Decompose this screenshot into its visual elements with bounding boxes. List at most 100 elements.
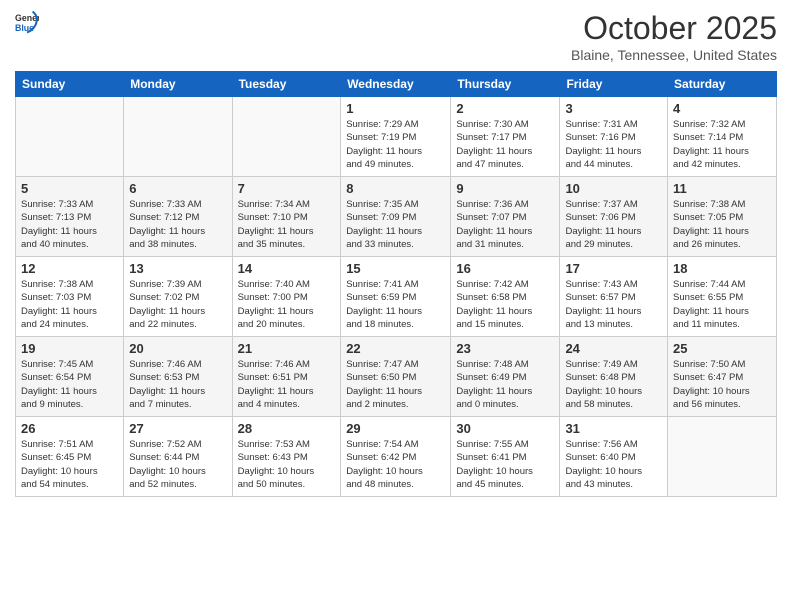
day-info: Sunrise: 7:37 AM Sunset: 7:06 PM Dayligh… bbox=[565, 198, 662, 251]
day-number: 10 bbox=[565, 181, 662, 196]
day-info: Sunrise: 7:54 AM Sunset: 6:42 PM Dayligh… bbox=[346, 438, 445, 491]
day-number: 31 bbox=[565, 421, 662, 436]
table-row: 19 Sunrise: 7:45 AM Sunset: 6:54 PM Dayli… bbox=[16, 337, 124, 417]
page-header: General Blue October 2025 Blaine, Tennes… bbox=[15, 10, 777, 63]
day-info: Sunrise: 7:36 AM Sunset: 7:07 PM Dayligh… bbox=[456, 198, 554, 251]
day-info: Sunrise: 7:42 AM Sunset: 6:58 PM Dayligh… bbox=[456, 278, 554, 331]
table-row: 15 Sunrise: 7:41 AM Sunset: 6:59 PM Dayli… bbox=[341, 257, 451, 337]
day-info: Sunrise: 7:45 AM Sunset: 6:54 PM Dayligh… bbox=[21, 358, 118, 411]
table-row: 25 Sunrise: 7:50 AM Sunset: 6:47 PM Dayli… bbox=[668, 337, 777, 417]
day-number: 15 bbox=[346, 261, 445, 276]
calendar-week-row: 19 Sunrise: 7:45 AM Sunset: 6:54 PM Dayli… bbox=[16, 337, 777, 417]
day-info: Sunrise: 7:51 AM Sunset: 6:45 PM Dayligh… bbox=[21, 438, 118, 491]
calendar-week-row: 1 Sunrise: 7:29 AM Sunset: 7:19 PM Daylig… bbox=[16, 97, 777, 177]
table-row: 7 Sunrise: 7:34 AM Sunset: 7:10 PM Daylig… bbox=[232, 177, 341, 257]
table-row: 14Sunrise: 7:40 AM Sunset: 7:00 PM Dayli… bbox=[232, 257, 341, 337]
day-info: Sunrise: 7:46 AM Sunset: 6:51 PM Dayligh… bbox=[238, 358, 336, 411]
day-info: Sunrise: 7:35 AM Sunset: 7:09 PM Dayligh… bbox=[346, 198, 445, 251]
table-row: 12 Sunrise: 7:38 AM Sunset: 7:03 PM Dayli… bbox=[16, 257, 124, 337]
day-info: Sunrise: 7:33 AM Sunset: 7:12 PM Dayligh… bbox=[129, 198, 226, 251]
day-number: 26 bbox=[21, 421, 118, 436]
day-number: 7 bbox=[238, 181, 336, 196]
table-row: 8 Sunrise: 7:35 AM Sunset: 7:09 PM Daylig… bbox=[341, 177, 451, 257]
col-monday: Monday bbox=[124, 72, 232, 97]
calendar-week-row: 5Sunrise: 7:33 AM Sunset: 7:13 PM Daylig… bbox=[16, 177, 777, 257]
table-row: 21 Sunrise: 7:46 AM Sunset: 6:51 PM Dayli… bbox=[232, 337, 341, 417]
day-number: 17 bbox=[565, 261, 662, 276]
col-saturday: Saturday bbox=[668, 72, 777, 97]
day-number: 21 bbox=[238, 341, 336, 356]
table-row: 29Sunrise: 7:54 AM Sunset: 6:42 PM Dayli… bbox=[341, 417, 451, 497]
table-row: 30 Sunrise: 7:55 AM Sunset: 6:41 PM Dayli… bbox=[451, 417, 560, 497]
day-info: Sunrise: 7:55 AM Sunset: 6:41 PM Dayligh… bbox=[456, 438, 554, 491]
table-row bbox=[668, 417, 777, 497]
table-row: 24Sunrise: 7:49 AM Sunset: 6:48 PM Dayli… bbox=[560, 337, 668, 417]
day-info: Sunrise: 7:32 AM Sunset: 7:14 PM Dayligh… bbox=[673, 118, 771, 171]
table-row: 4 Sunrise: 7:32 AM Sunset: 7:14 PM Daylig… bbox=[668, 97, 777, 177]
day-number: 25 bbox=[673, 341, 771, 356]
day-number: 9 bbox=[456, 181, 554, 196]
col-wednesday: Wednesday bbox=[341, 72, 451, 97]
calendar-header-row: Sunday Monday Tuesday Wednesday Thursday… bbox=[16, 72, 777, 97]
logo: General Blue bbox=[15, 10, 39, 34]
day-number: 12 bbox=[21, 261, 118, 276]
col-friday: Friday bbox=[560, 72, 668, 97]
day-info: Sunrise: 7:38 AM Sunset: 7:03 PM Dayligh… bbox=[21, 278, 118, 331]
day-info: Sunrise: 7:53 AM Sunset: 6:43 PM Dayligh… bbox=[238, 438, 336, 491]
table-row: 20Sunrise: 7:46 AM Sunset: 6:53 PM Dayli… bbox=[124, 337, 232, 417]
table-row: 9 Sunrise: 7:36 AM Sunset: 7:07 PM Daylig… bbox=[451, 177, 560, 257]
day-info: Sunrise: 7:30 AM Sunset: 7:17 PM Dayligh… bbox=[456, 118, 554, 171]
day-number: 23 bbox=[456, 341, 554, 356]
table-row: 16 Sunrise: 7:42 AM Sunset: 6:58 PM Dayli… bbox=[451, 257, 560, 337]
col-sunday: Sunday bbox=[16, 72, 124, 97]
table-row: 5Sunrise: 7:33 AM Sunset: 7:13 PM Daylig… bbox=[16, 177, 124, 257]
location: Blaine, Tennessee, United States bbox=[571, 47, 777, 63]
day-number: 1 bbox=[346, 101, 445, 116]
day-number: 18 bbox=[673, 261, 771, 276]
table-row bbox=[16, 97, 124, 177]
day-info: Sunrise: 7:56 AM Sunset: 6:40 PM Dayligh… bbox=[565, 438, 662, 491]
day-info: Sunrise: 7:29 AM Sunset: 7:19 PM Dayligh… bbox=[346, 118, 445, 171]
day-number: 19 bbox=[21, 341, 118, 356]
table-row: 11 Sunrise: 7:38 AM Sunset: 7:05 PM Dayli… bbox=[668, 177, 777, 257]
table-row: 6 Sunrise: 7:33 AM Sunset: 7:12 PM Daylig… bbox=[124, 177, 232, 257]
day-info: Sunrise: 7:44 AM Sunset: 6:55 PM Dayligh… bbox=[673, 278, 771, 331]
col-thursday: Thursday bbox=[451, 72, 560, 97]
day-number: 11 bbox=[673, 181, 771, 196]
day-number: 13 bbox=[129, 261, 226, 276]
table-row bbox=[232, 97, 341, 177]
table-row: 26 Sunrise: 7:51 AM Sunset: 6:45 PM Dayli… bbox=[16, 417, 124, 497]
page-container: General Blue October 2025 Blaine, Tennes… bbox=[0, 0, 792, 612]
day-info: Sunrise: 7:49 AM Sunset: 6:48 PM Dayligh… bbox=[565, 358, 662, 411]
table-row bbox=[124, 97, 232, 177]
table-row: 27Sunrise: 7:52 AM Sunset: 6:44 PM Dayli… bbox=[124, 417, 232, 497]
table-row: 31 Sunrise: 7:56 AM Sunset: 6:40 PM Dayli… bbox=[560, 417, 668, 497]
day-info: Sunrise: 7:31 AM Sunset: 7:16 PM Dayligh… bbox=[565, 118, 662, 171]
title-block: October 2025 Blaine, Tennessee, United S… bbox=[571, 10, 777, 63]
day-number: 6 bbox=[129, 181, 226, 196]
calendar-week-row: 26 Sunrise: 7:51 AM Sunset: 6:45 PM Dayli… bbox=[16, 417, 777, 497]
table-row: 22Sunrise: 7:47 AM Sunset: 6:50 PM Dayli… bbox=[341, 337, 451, 417]
day-info: Sunrise: 7:41 AM Sunset: 6:59 PM Dayligh… bbox=[346, 278, 445, 331]
table-row: 18 Sunrise: 7:44 AM Sunset: 6:55 PM Dayli… bbox=[668, 257, 777, 337]
day-number: 4 bbox=[673, 101, 771, 116]
day-number: 30 bbox=[456, 421, 554, 436]
day-number: 3 bbox=[565, 101, 662, 116]
day-number: 28 bbox=[238, 421, 336, 436]
day-info: Sunrise: 7:52 AM Sunset: 6:44 PM Dayligh… bbox=[129, 438, 226, 491]
day-info: Sunrise: 7:34 AM Sunset: 7:10 PM Dayligh… bbox=[238, 198, 336, 251]
day-number: 2 bbox=[456, 101, 554, 116]
day-info: Sunrise: 7:33 AM Sunset: 7:13 PM Dayligh… bbox=[21, 198, 118, 251]
day-info: Sunrise: 7:38 AM Sunset: 7:05 PM Dayligh… bbox=[673, 198, 771, 251]
day-info: Sunrise: 7:50 AM Sunset: 6:47 PM Dayligh… bbox=[673, 358, 771, 411]
table-row: 23Sunrise: 7:48 AM Sunset: 6:49 PM Dayli… bbox=[451, 337, 560, 417]
day-number: 16 bbox=[456, 261, 554, 276]
svg-text:Blue: Blue bbox=[15, 23, 34, 33]
day-info: Sunrise: 7:47 AM Sunset: 6:50 PM Dayligh… bbox=[346, 358, 445, 411]
day-number: 8 bbox=[346, 181, 445, 196]
calendar-week-row: 12 Sunrise: 7:38 AM Sunset: 7:03 PM Dayli… bbox=[16, 257, 777, 337]
day-number: 20 bbox=[129, 341, 226, 356]
month-title: October 2025 bbox=[571, 10, 777, 47]
calendar-table: Sunday Monday Tuesday Wednesday Thursday… bbox=[15, 71, 777, 497]
table-row: 3 Sunrise: 7:31 AM Sunset: 7:16 PM Daylig… bbox=[560, 97, 668, 177]
